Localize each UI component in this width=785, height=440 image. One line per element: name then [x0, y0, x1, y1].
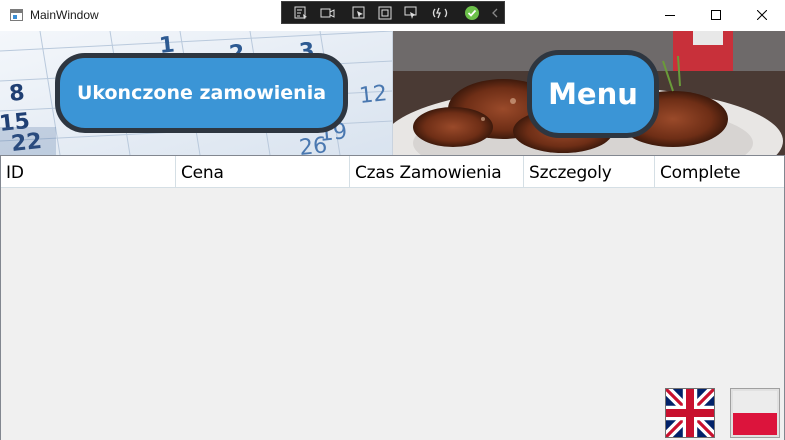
maximize-button[interactable]	[693, 0, 739, 31]
record-icon[interactable]	[320, 6, 335, 20]
close-button[interactable]	[739, 0, 785, 31]
select-element-icon[interactable]	[352, 6, 366, 20]
hot-reload-icon[interactable]	[432, 6, 448, 20]
poland-flag-icon	[733, 391, 777, 435]
grid-header: ID Cena Czas Zamowienia Szczegoly Comple…	[1, 156, 784, 188]
close-icon	[757, 10, 767, 20]
collapse-chevron-icon[interactable]	[490, 6, 504, 20]
display-layout-adorners-icon[interactable]	[378, 6, 392, 20]
uk-flag-icon	[666, 389, 714, 437]
polish-language-button[interactable]	[730, 388, 780, 438]
english-language-button[interactable]	[665, 388, 715, 438]
visual-tree-icon[interactable]	[294, 6, 308, 20]
binding-check-icon[interactable]	[464, 6, 479, 20]
svg-text:26: 26	[298, 133, 328, 155]
completed-orders-button[interactable]: Ukonczone zamowienia	[55, 53, 348, 133]
svg-text:8: 8	[8, 81, 26, 107]
window-title: MainWindow	[30, 8, 99, 22]
menu-button[interactable]: Menu	[527, 50, 659, 138]
track-focus-icon[interactable]	[404, 6, 418, 20]
column-header-details[interactable]: Szczegoly	[524, 156, 655, 187]
minimize-button[interactable]	[647, 0, 693, 31]
column-header-id[interactable]: ID	[1, 156, 176, 187]
top-banner: 1 2 3 12 19 26 8 15 22	[0, 31, 785, 155]
maximize-icon	[711, 10, 721, 20]
column-header-order-time[interactable]: Czas Zamowienia	[350, 156, 524, 187]
minimize-icon	[665, 15, 675, 16]
svg-text:12: 12	[358, 81, 388, 109]
column-header-complete[interactable]: Complete	[655, 156, 784, 187]
title-bar[interactable]: MainWindow	[0, 0, 785, 31]
debug-toolbar	[281, 1, 505, 24]
column-header-price[interactable]: Cena	[176, 156, 350, 187]
app-window-icon	[10, 9, 23, 21]
